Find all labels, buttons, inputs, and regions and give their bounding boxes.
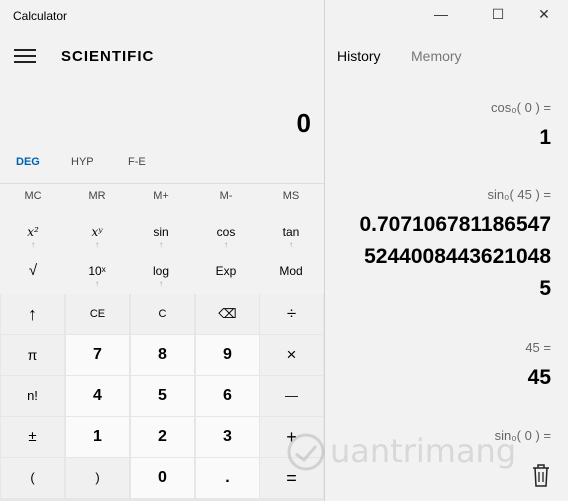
power-button[interactable]: xʸ ↑ (65, 215, 129, 255)
mode-title: SCIENTIFIC (61, 48, 155, 65)
navigation-menu-button[interactable] (14, 49, 36, 65)
history-result-line: 5244008443621048 (364, 245, 551, 268)
window-title: Calculator (13, 9, 68, 23)
digit-9-button[interactable]: 9 (196, 335, 259, 375)
clear-history-button[interactable] (530, 462, 552, 488)
square-root-button[interactable]: √ (1, 254, 65, 294)
memory-add-button[interactable]: M+ (129, 190, 193, 202)
history-result: 1 (539, 126, 551, 149)
history-result: 45 (527, 366, 551, 389)
equals-button[interactable]: = (260, 458, 323, 498)
add-button[interactable]: + (260, 417, 323, 457)
backspace-button[interactable]: ⌫ (196, 294, 259, 334)
history-result-line: 0.707106781186547 (359, 213, 551, 236)
square-button[interactable]: x² ↑ (1, 215, 65, 255)
ten-power-button[interactable]: 10ˣ ↑ (65, 254, 129, 294)
memory-subtract-button[interactable]: M- (194, 190, 258, 202)
sin-button[interactable]: sin ↑ (129, 215, 193, 255)
digit-3-button[interactable]: 3 (196, 417, 259, 457)
history-pane: — ☐ ✕ History Memory cos₀( 0 ) = 1 sin₀(… (325, 0, 568, 501)
clear-entry-button[interactable]: CE (66, 294, 129, 334)
backspace-icon: ⌫ (218, 306, 237, 321)
tab-memory[interactable]: Memory (411, 48, 462, 64)
negate-button[interactable]: ± (1, 417, 64, 457)
pi-button[interactable]: π (1, 335, 64, 375)
log-button[interactable]: log ↑ (129, 254, 193, 294)
scientific-row-1: x² ↑ xʸ ↑ sin ↑ cos ↑ tan ↑ (0, 215, 324, 255)
multiply-button[interactable]: × (260, 335, 323, 375)
tab-history[interactable]: History (337, 48, 381, 64)
factorial-button[interactable]: n! (1, 376, 64, 416)
memory-clear-button[interactable]: MC (1, 190, 65, 202)
maximize-button[interactable]: ☐ (483, 6, 513, 23)
exp-button[interactable]: Exp (194, 254, 258, 294)
digit-1-button[interactable]: 1 (66, 417, 129, 457)
history-expression: cos₀( 0 ) = (491, 100, 551, 115)
deg-toggle[interactable]: DEG (16, 156, 40, 168)
calculator-pane: Calculator SCIENTIFIC 0 DEG HYP F-E MC M… (0, 0, 324, 501)
memory-recall-button[interactable]: MR (65, 190, 129, 202)
digit-4-button[interactable]: 4 (66, 376, 129, 416)
result-display: 0 (296, 108, 311, 138)
digit-2-button[interactable]: 2 (131, 417, 194, 457)
divide-button[interactable]: ÷ (260, 294, 323, 334)
close-paren-button[interactable]: ) (66, 458, 129, 498)
clear-button[interactable]: C (131, 294, 194, 334)
trash-icon (533, 464, 549, 487)
decimal-button[interactable]: . (196, 458, 259, 498)
scientific-row-2: √ 10ˣ ↑ log ↑ Exp Mod (0, 254, 324, 294)
mod-button[interactable]: Mod (259, 254, 323, 294)
cos-button[interactable]: cos ↑ (194, 215, 258, 255)
fe-toggle[interactable]: F-E (128, 156, 146, 168)
second-function-button[interactable]: ↑ (1, 294, 64, 334)
calculator-window: Calculator SCIENTIFIC 0 DEG HYP F-E MC M… (0, 0, 568, 501)
close-button[interactable]: ✕ (529, 6, 559, 23)
digit-6-button[interactable]: 6 (196, 376, 259, 416)
digit-5-button[interactable]: 5 (131, 376, 194, 416)
keypad: ↑ CE C ⌫ ÷ π 7 8 9 × n! 4 5 6 — ± 1 2 3 … (0, 294, 324, 501)
digit-0-button[interactable]: 0 (131, 458, 194, 498)
digit-7-button[interactable]: 7 (66, 335, 129, 375)
history-expression: sin₀( 0 ) = (494, 428, 551, 443)
history-expression: 45 = (525, 340, 551, 355)
history-expression: sin₀( 45 ) = (487, 187, 551, 202)
open-paren-button[interactable]: ( (1, 458, 64, 498)
memory-row: MC MR M+ M- MS (0, 183, 324, 210)
memory-store-button[interactable]: MS (259, 190, 323, 202)
history-result-line: 5 (539, 277, 551, 300)
tan-button[interactable]: tan ↑ (259, 215, 323, 255)
hyp-toggle[interactable]: HYP (71, 156, 94, 168)
subtract-button[interactable]: — (260, 376, 323, 416)
angle-mode-row: DEG HYP F-E (0, 150, 324, 174)
minimize-button[interactable]: — (426, 6, 456, 22)
hamburger-icon (14, 49, 36, 51)
digit-8-button[interactable]: 8 (131, 335, 194, 375)
